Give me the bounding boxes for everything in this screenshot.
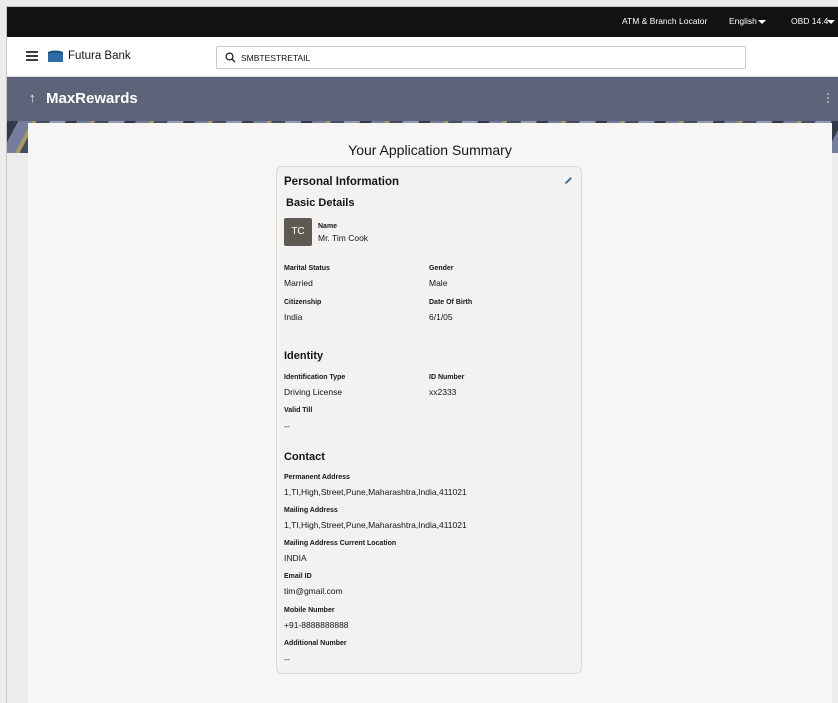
email-value: tim@gmail.com (284, 586, 343, 596)
back-arrow-icon[interactable]: ↑ (29, 90, 36, 105)
gender-label: Gender (429, 265, 454, 272)
pencil-edit-icon[interactable] (564, 176, 573, 185)
citizenship-value: India (284, 312, 303, 322)
gender-value: Male (429, 278, 448, 288)
search-icon (225, 52, 236, 63)
page-heading: MaxRewards (46, 90, 138, 107)
brand-name: Futura Bank (68, 50, 131, 62)
section-title-personal-information: Personal Information (284, 176, 400, 188)
mailing-address-label: Mailing Address (284, 507, 338, 514)
personal-information-card: Personal Information Basic Details TC Na… (276, 166, 582, 674)
caret-down-icon[interactable] (827, 20, 835, 24)
heading-basic-details: Basic Details (286, 197, 355, 209)
main-content: Your Application Summary Personal Inform… (28, 123, 832, 703)
email-label: Email ID (284, 573, 312, 580)
marital-status-value: Married (284, 278, 313, 288)
summary-title: Your Application Summary (348, 142, 512, 158)
id-number-label: ID Number (429, 374, 465, 381)
heading-contact: Contact (284, 451, 325, 463)
atm-branch-locator-link[interactable]: ATM & Branch Locator (622, 16, 707, 26)
mobile-number-label: Mobile Number (284, 607, 335, 614)
top-bar: ATM & Branch Locator English OBD 14.4 (7, 7, 838, 37)
identification-type-value: Driving License (284, 387, 343, 397)
name-label: Name (318, 223, 338, 230)
name-value: Mr. Tim Cook (318, 233, 369, 243)
permanent-address-value: 1,TI,High,Street,Pune,Maharashtra,India,… (284, 487, 467, 497)
mobile-number-value: +91-8888888888 (284, 620, 349, 630)
id-number-value: xx2333 (429, 387, 457, 397)
avatar: TC (284, 218, 312, 246)
valid-till-label: Valid Till (284, 407, 313, 414)
language-selector[interactable]: English (729, 16, 757, 26)
date-of-birth-label: Date Of Birth (429, 299, 473, 306)
citizenship-label: Citizenship (284, 299, 322, 306)
app-window: ATM & Branch Locator English OBD 14.4 Fu… (6, 6, 838, 703)
search-box[interactable] (216, 46, 746, 69)
app-header: Futura Bank (7, 37, 838, 77)
marital-status-label: Marital Status (284, 265, 330, 272)
caret-down-icon[interactable] (758, 20, 766, 24)
additional-number-label: Additional Number (284, 640, 347, 647)
mailing-address-value: 1,TI,High,Street,Pune,Maharashtra,India,… (284, 520, 467, 530)
heading-identity: Identity (284, 350, 324, 362)
identification-type-label: Identification Type (284, 374, 346, 381)
date-of-birth-value: 6/1/05 (429, 312, 453, 322)
mailing-location-label: Mailing Address Current Location (284, 540, 397, 547)
permanent-address-label: Permanent Address (284, 474, 350, 481)
additional-number-value: -- (284, 654, 290, 664)
user-menu[interactable]: OBD 14.4 (791, 16, 828, 26)
kebab-menu-icon[interactable] (827, 93, 829, 103)
futura-bank-logo-icon (48, 50, 63, 62)
hamburger-menu-icon[interactable] (26, 51, 38, 61)
search-input[interactable] (241, 50, 731, 66)
mailing-location-value: INDIA (284, 553, 307, 563)
valid-till-value: -- (284, 421, 290, 431)
